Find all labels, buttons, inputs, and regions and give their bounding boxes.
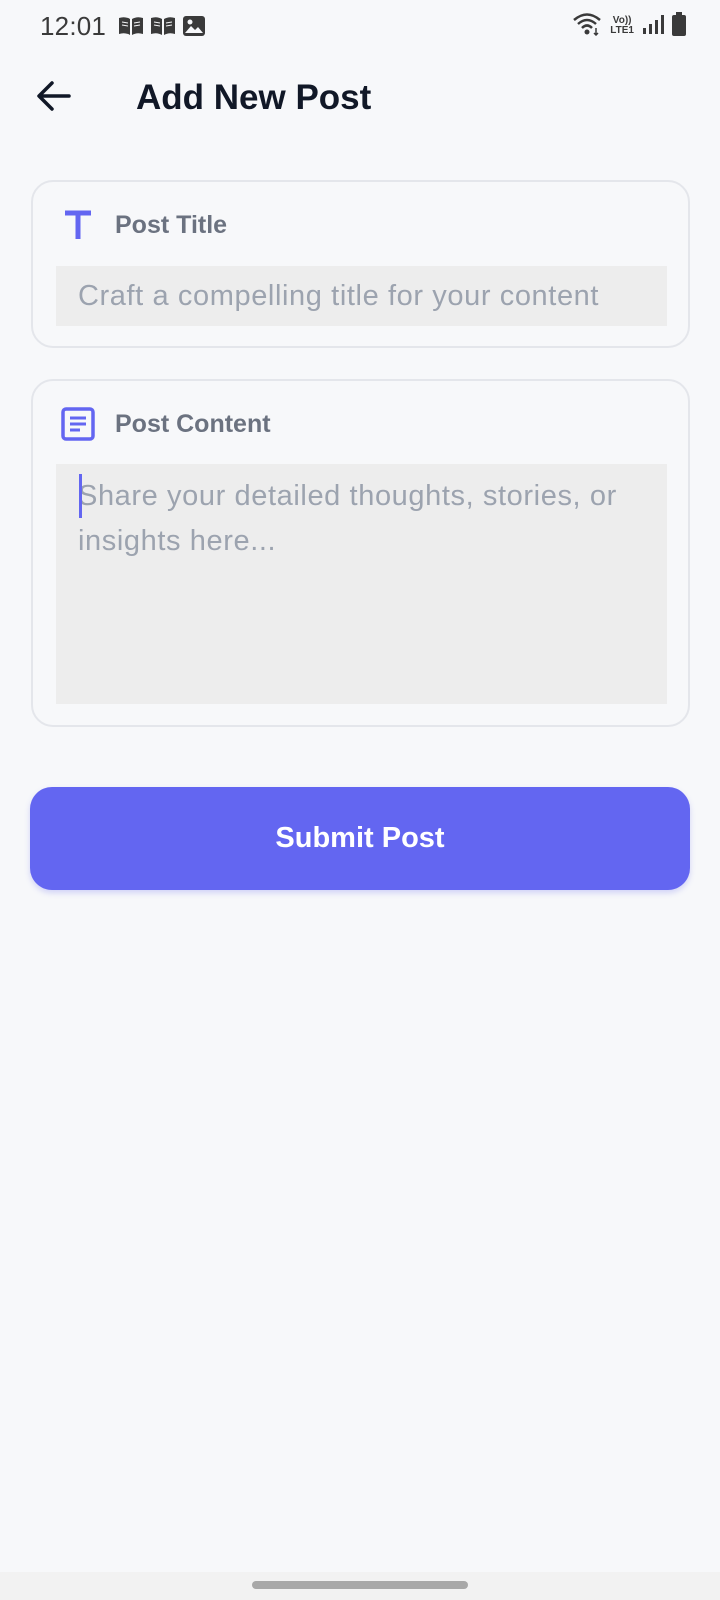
post-title-label: Post Title — [115, 210, 228, 239]
post-content-textarea[interactable] — [56, 464, 667, 704]
status-time: 12:01 — [40, 10, 107, 41]
text-t-icon — [61, 208, 95, 242]
submit-post-button[interactable]: Submit Post — [30, 787, 690, 890]
back-button[interactable] — [30, 74, 78, 122]
post-title-label-row: Post Title — [61, 208, 227, 242]
status-bar: 12:01 Vo)) LTE1 — [0, 0, 720, 52]
status-bar-left: 12:01 — [40, 11, 206, 42]
wifi-icon — [572, 12, 602, 41]
post-title-input[interactable] — [56, 266, 667, 326]
notification-icons — [118, 15, 206, 37]
image-icon — [182, 15, 206, 37]
post-content-label-row: Post Content — [61, 407, 271, 441]
post-content-card: Post Content — [31, 379, 690, 727]
signal-icon — [642, 13, 664, 40]
post-title-card: Post Title — [31, 180, 690, 348]
text-cursor — [79, 474, 82, 518]
battery-icon — [672, 11, 686, 41]
home-indicator[interactable] — [252, 1581, 468, 1589]
app-bar: Add New Post — [0, 60, 720, 140]
article-icon — [61, 407, 95, 441]
lte-label: LTE1 — [610, 25, 634, 36]
book-icon — [150, 15, 176, 37]
volte-icon: Vo)) LTE1 — [610, 16, 634, 36]
arrow-left-icon — [36, 80, 72, 117]
book-icon — [118, 15, 144, 37]
add-post-screen: 12:01 Vo)) LTE1 Add New Post Post Title … — [0, 0, 720, 1600]
status-bar-right: Vo)) LTE1 — [572, 11, 686, 41]
page-title: Add New Post — [136, 78, 372, 117]
post-content-label: Post Content — [115, 409, 271, 438]
